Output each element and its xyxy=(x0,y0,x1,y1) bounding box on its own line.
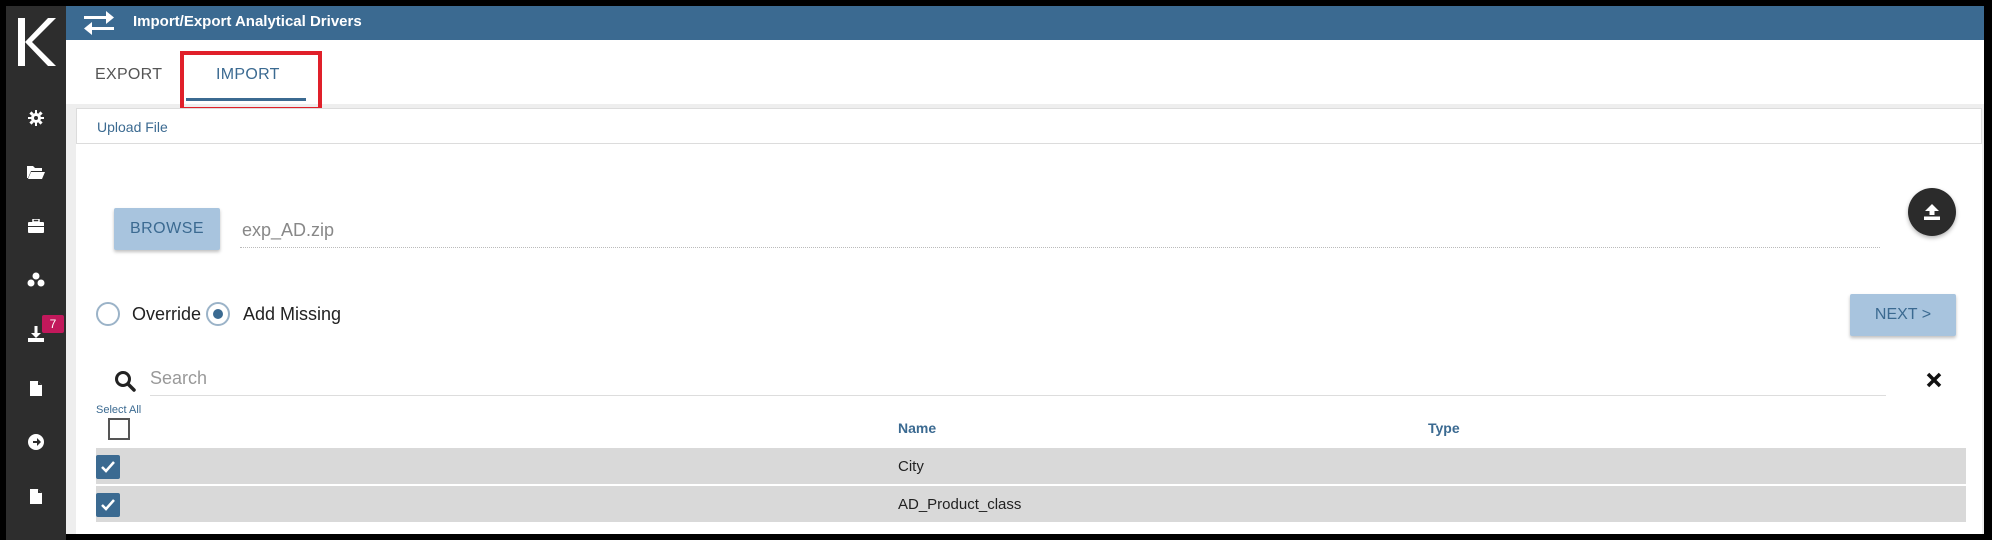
table-row[interactable]: AD_Product_class xyxy=(96,486,1966,522)
gear-icon xyxy=(28,110,44,126)
add-missing-radio[interactable] xyxy=(206,302,230,326)
sidebar-item-settings[interactable] xyxy=(6,103,66,133)
sidebar-item-downloads[interactable]: 7 xyxy=(6,315,66,349)
checkmark-icon xyxy=(101,499,115,511)
sidebar: 7 xyxy=(6,6,66,540)
upload-file-header: Upload File xyxy=(76,108,1982,144)
screen-frame: 7 Import/Export Analytical Drivers EXPOR… xyxy=(0,0,1992,540)
sidebar-item-cubes[interactable] xyxy=(6,265,66,295)
upload-file-label: Upload File xyxy=(97,119,168,135)
sidebar-item-folder[interactable] xyxy=(6,157,66,187)
document-icon xyxy=(30,488,42,504)
select-all-checkbox[interactable] xyxy=(108,418,130,440)
next-button[interactable]: NEXT > xyxy=(1850,294,1956,336)
arrow-circle-right-icon xyxy=(28,434,44,450)
row-checkbox[interactable] xyxy=(96,493,120,517)
row-checkbox[interactable] xyxy=(96,455,120,479)
radio-selected-dot xyxy=(213,309,223,319)
folder-open-icon xyxy=(27,166,45,179)
sidebar-item-document-2[interactable] xyxy=(6,481,66,511)
file-name-value: exp_AD.zip xyxy=(242,220,335,240)
add-missing-label: Add Missing xyxy=(243,304,342,324)
search-input[interactable] xyxy=(150,362,1886,396)
column-header-type[interactable]: Type xyxy=(1428,420,1460,436)
briefcase-icon xyxy=(28,219,44,233)
override-radio[interactable] xyxy=(96,302,120,326)
table-row[interactable]: City xyxy=(96,448,1966,484)
file-name-field[interactable]: exp_AD.zip xyxy=(240,214,1880,248)
app-logo[interactable] xyxy=(6,6,66,78)
browse-button[interactable]: BROWSE xyxy=(114,208,220,250)
title-bar: Import/Export Analytical Drivers xyxy=(66,6,1984,40)
sidebar-item-navigate[interactable] xyxy=(6,427,66,457)
main-panel: Import/Export Analytical Drivers EXPORT … xyxy=(66,6,1984,534)
checkmark-icon xyxy=(101,461,115,473)
search-icon xyxy=(115,371,136,392)
k-logo-icon xyxy=(18,18,56,66)
cubes-icon xyxy=(27,272,45,287)
row-name-cell: City xyxy=(898,458,924,475)
select-all-label: Select All xyxy=(96,404,142,416)
column-header-name[interactable]: Name xyxy=(898,420,936,436)
sidebar-item-document[interactable] xyxy=(6,373,66,403)
override-label: Override xyxy=(132,304,202,324)
swap-arrows-icon xyxy=(84,11,114,35)
upload-icon xyxy=(1924,204,1940,220)
upload-button[interactable] xyxy=(1908,188,1956,236)
document-icon xyxy=(30,380,42,396)
tab-export[interactable]: EXPORT xyxy=(95,66,162,84)
clear-search-icon[interactable] xyxy=(1924,370,1944,390)
download-count-badge: 7 xyxy=(42,315,64,333)
import-panel: BROWSE exp_AD.zip Override Add Missing N… xyxy=(76,144,1982,534)
sidebar-item-briefcase[interactable] xyxy=(6,211,66,241)
page-title: Import/Export Analytical Drivers xyxy=(133,13,362,30)
tab-bar: EXPORT IMPORT xyxy=(66,40,1984,111)
highlight-box xyxy=(180,51,322,111)
row-name-cell: AD_Product_class xyxy=(898,496,1022,513)
